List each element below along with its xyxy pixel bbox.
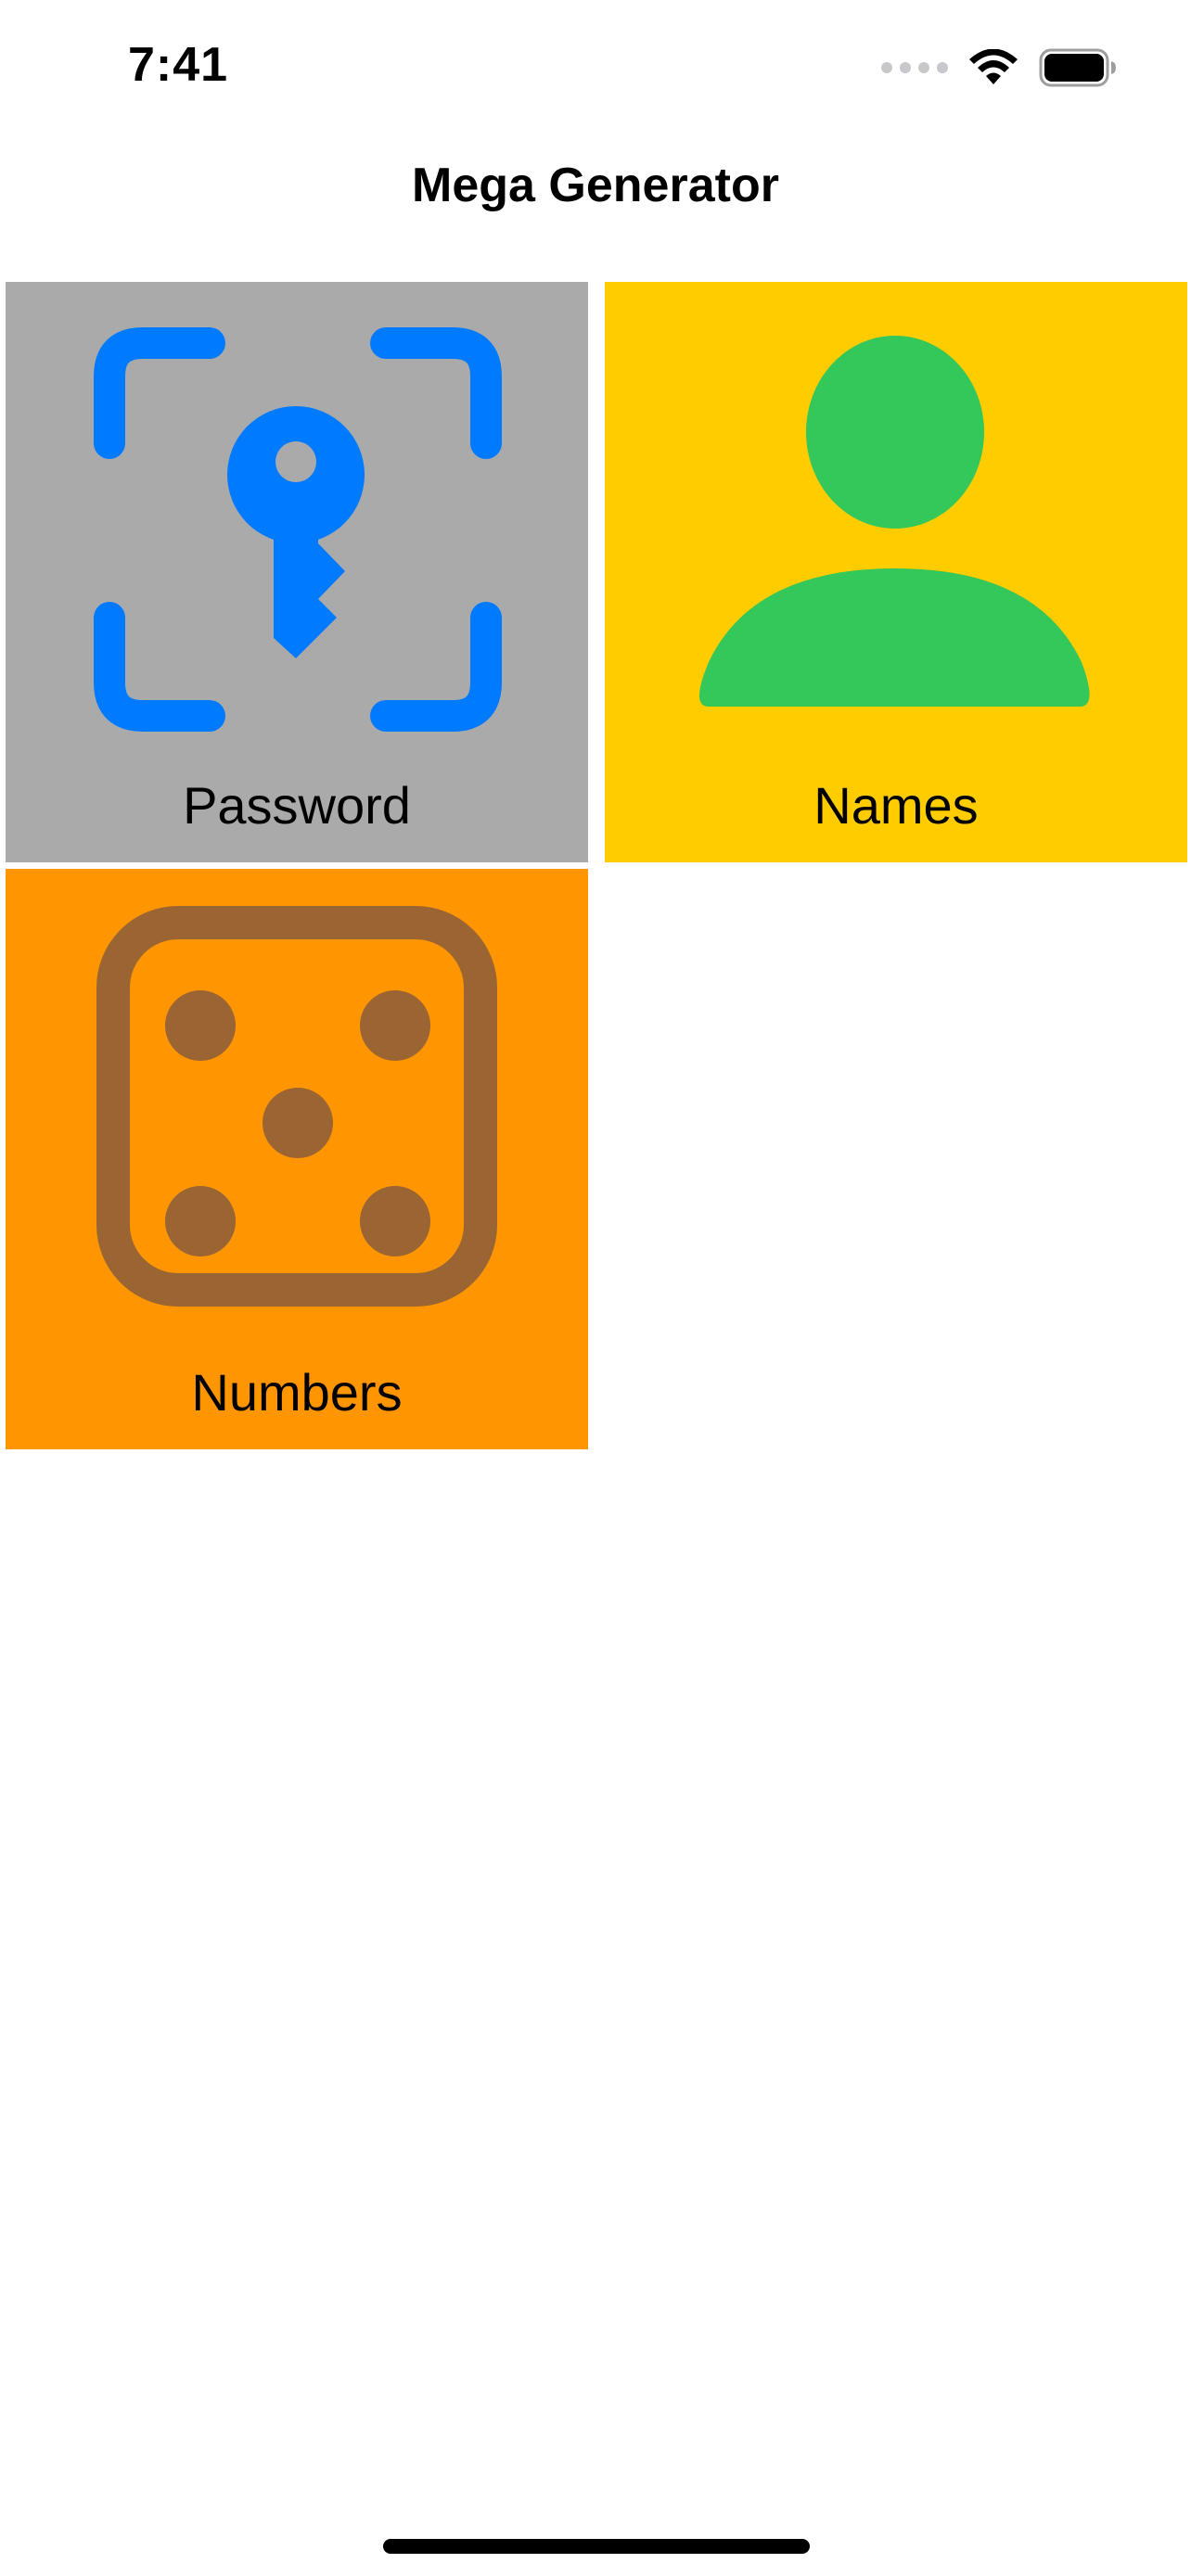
tile-label-password: Password [183, 776, 411, 835]
page-title: Mega Generator [412, 159, 779, 212]
key-viewfinder-icon [94, 327, 502, 732]
home-indicator[interactable] [383, 2539, 810, 2554]
cellular-signal-icon [881, 62, 948, 73]
battery-icon [1039, 48, 1116, 87]
numbers-tile[interactable]: Numbers [6, 869, 588, 1449]
tile-label-names: Names [813, 776, 979, 835]
status-bar: 7:41 [0, 0, 1191, 130]
password-tile[interactable]: Password [6, 282, 588, 862]
wifi-icon [969, 49, 1018, 84]
person-icon [699, 336, 1090, 707]
tile-label-numbers: Numbers [191, 1363, 403, 1422]
dice-icon [96, 906, 497, 1307]
names-tile[interactable]: Names [605, 282, 1187, 862]
status-time: 7:41 [128, 38, 229, 92]
status-indicators [881, 45, 1117, 91]
